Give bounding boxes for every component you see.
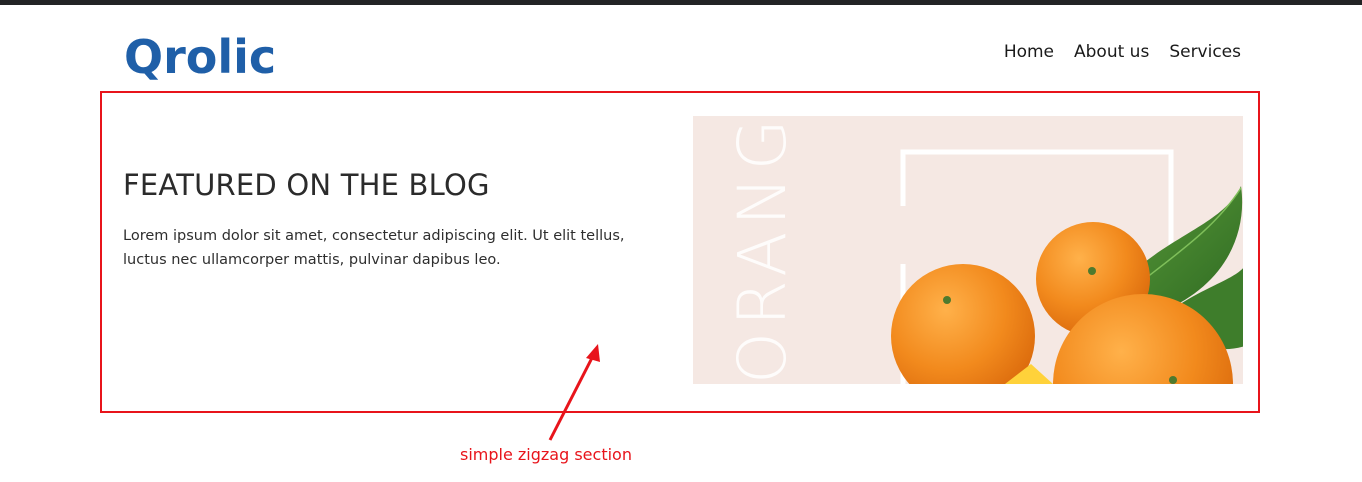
nav-about-us[interactable]: About us <box>1074 42 1149 62</box>
nav-services[interactable]: Services <box>1169 42 1241 62</box>
oranges-image: ORANGE <box>693 116 1243 384</box>
qrolic-logo[interactable]: Qrolic <box>122 26 282 82</box>
nav-home[interactable]: Home <box>1004 42 1054 62</box>
vertical-word: ORANGE <box>724 116 801 384</box>
top-bar <box>0 0 1362 5</box>
logo-text: Qrolic <box>124 30 276 82</box>
section-title: FEATURED ON THE BLOG <box>123 168 490 202</box>
main-nav: Home About us Services <box>1004 42 1241 62</box>
annotation-label: simple zigzag section <box>460 445 632 464</box>
annotation-arrow <box>548 344 600 441</box>
section-text: Lorem ipsum dolor sit amet, consectetur … <box>123 228 625 268</box>
